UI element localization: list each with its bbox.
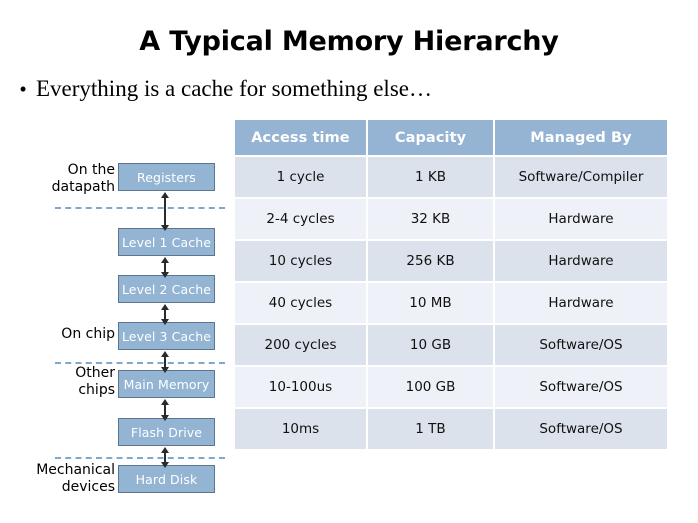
table-row: 1 cycle 1 KB Software/Compiler [235, 157, 667, 197]
hierarchy-box-main-memory[interactable]: Main Memory [118, 370, 215, 398]
memory-hierarchy-diagram: Registers Level 1 Cache Level 2 Cache Le… [0, 112, 232, 512]
hierarchy-label-on-chip: On chip [10, 326, 115, 343]
arrow-l1-l2-icon [161, 257, 169, 278]
bullet-marker-icon: • [19, 77, 27, 101]
column-header-managed-by: Managed By [495, 120, 667, 155]
hierarchy-label-on-the-datapath: On the datapath [10, 162, 115, 196]
hierarchy-label-line1: On chip [61, 326, 115, 342]
hierarchy-box-l2-cache[interactable]: Level 2 Cache [118, 275, 215, 303]
hierarchy-label-line2: devices [61, 479, 115, 495]
hierarchy-label-line1: Other [75, 365, 115, 381]
hierarchy-label-other-chips: Other chips [10, 365, 115, 399]
arrow-l2-l3-icon [161, 304, 169, 325]
table-header-row: Access time Capacity Managed By [235, 120, 667, 155]
arrow-main-memory-flash-icon [161, 399, 169, 421]
hierarchy-box-l1-cache[interactable]: Level 1 Cache [118, 228, 215, 256]
cell-managed-by: Hardware [495, 283, 667, 323]
table-row: 10 cycles 256 KB Hardware [235, 241, 667, 281]
cell-capacity: 32 KB [368, 199, 493, 239]
divider-on-chip [55, 362, 225, 364]
hierarchy-label-line2: datapath [51, 179, 115, 195]
cell-access-time: 10-100us [235, 367, 366, 407]
cell-capacity: 10 GB [368, 325, 493, 365]
cell-managed-by: Software/OS [495, 367, 667, 407]
cell-capacity: 100 GB [368, 367, 493, 407]
column-header-access-time: Access time [235, 120, 366, 155]
table-row: 200 cycles 10 GB Software/OS [235, 325, 667, 365]
divider-mechanical [55, 457, 225, 459]
hierarchy-box-hard-disk[interactable]: Hard Disk [118, 465, 215, 493]
table-row: 10ms 1 TB Software/OS [235, 409, 667, 449]
column-header-capacity: Capacity [368, 120, 493, 155]
bullet-item: • Everything is a cache for something el… [10, 76, 670, 102]
hierarchy-box-flash-drive[interactable]: Flash Drive [118, 418, 215, 446]
cell-managed-by: Software/OS [495, 325, 667, 365]
cell-capacity: 1 TB [368, 409, 493, 449]
cell-access-time: 10ms [235, 409, 366, 449]
cell-managed-by: Software/Compiler [495, 157, 667, 197]
cell-access-time: 40 cycles [235, 283, 366, 323]
table-row: 2-4 cycles 32 KB Hardware [235, 199, 667, 239]
cell-access-time: 1 cycle [235, 157, 366, 197]
cell-access-time: 2-4 cycles [235, 199, 366, 239]
cell-access-time: 200 cycles [235, 325, 366, 365]
table-row: 10-100us 100 GB Software/OS [235, 367, 667, 407]
cell-capacity: 10 MB [368, 283, 493, 323]
table-row: 40 cycles 10 MB Hardware [235, 283, 667, 323]
cell-capacity: 256 KB [368, 241, 493, 281]
arrow-registers-l1-icon [161, 192, 169, 231]
page-title: A Typical Memory Hierarchy [139, 26, 559, 57]
hierarchy-box-l3-cache[interactable]: Level 3 Cache [118, 322, 215, 350]
cell-managed-by: Hardware [495, 199, 667, 239]
bullet-text: Everything is a cache for something else… [36, 76, 432, 101]
divider-datapath [55, 207, 225, 209]
cell-capacity: 1 KB [368, 157, 493, 197]
cell-access-time: 10 cycles [235, 241, 366, 281]
memory-hierarchy-table: Access time Capacity Managed By 1 cycle … [233, 118, 669, 451]
cell-managed-by: Software/OS [495, 409, 667, 449]
hierarchy-label-line1: Mechanical [36, 462, 115, 478]
hierarchy-label-line2: chips [78, 382, 115, 398]
hierarchy-label-line1: On the [67, 162, 115, 178]
hierarchy-box-registers[interactable]: Registers [118, 163, 215, 191]
cell-managed-by: Hardware [495, 241, 667, 281]
hierarchy-label-mechanical-devices: Mechanical devices [10, 462, 115, 496]
